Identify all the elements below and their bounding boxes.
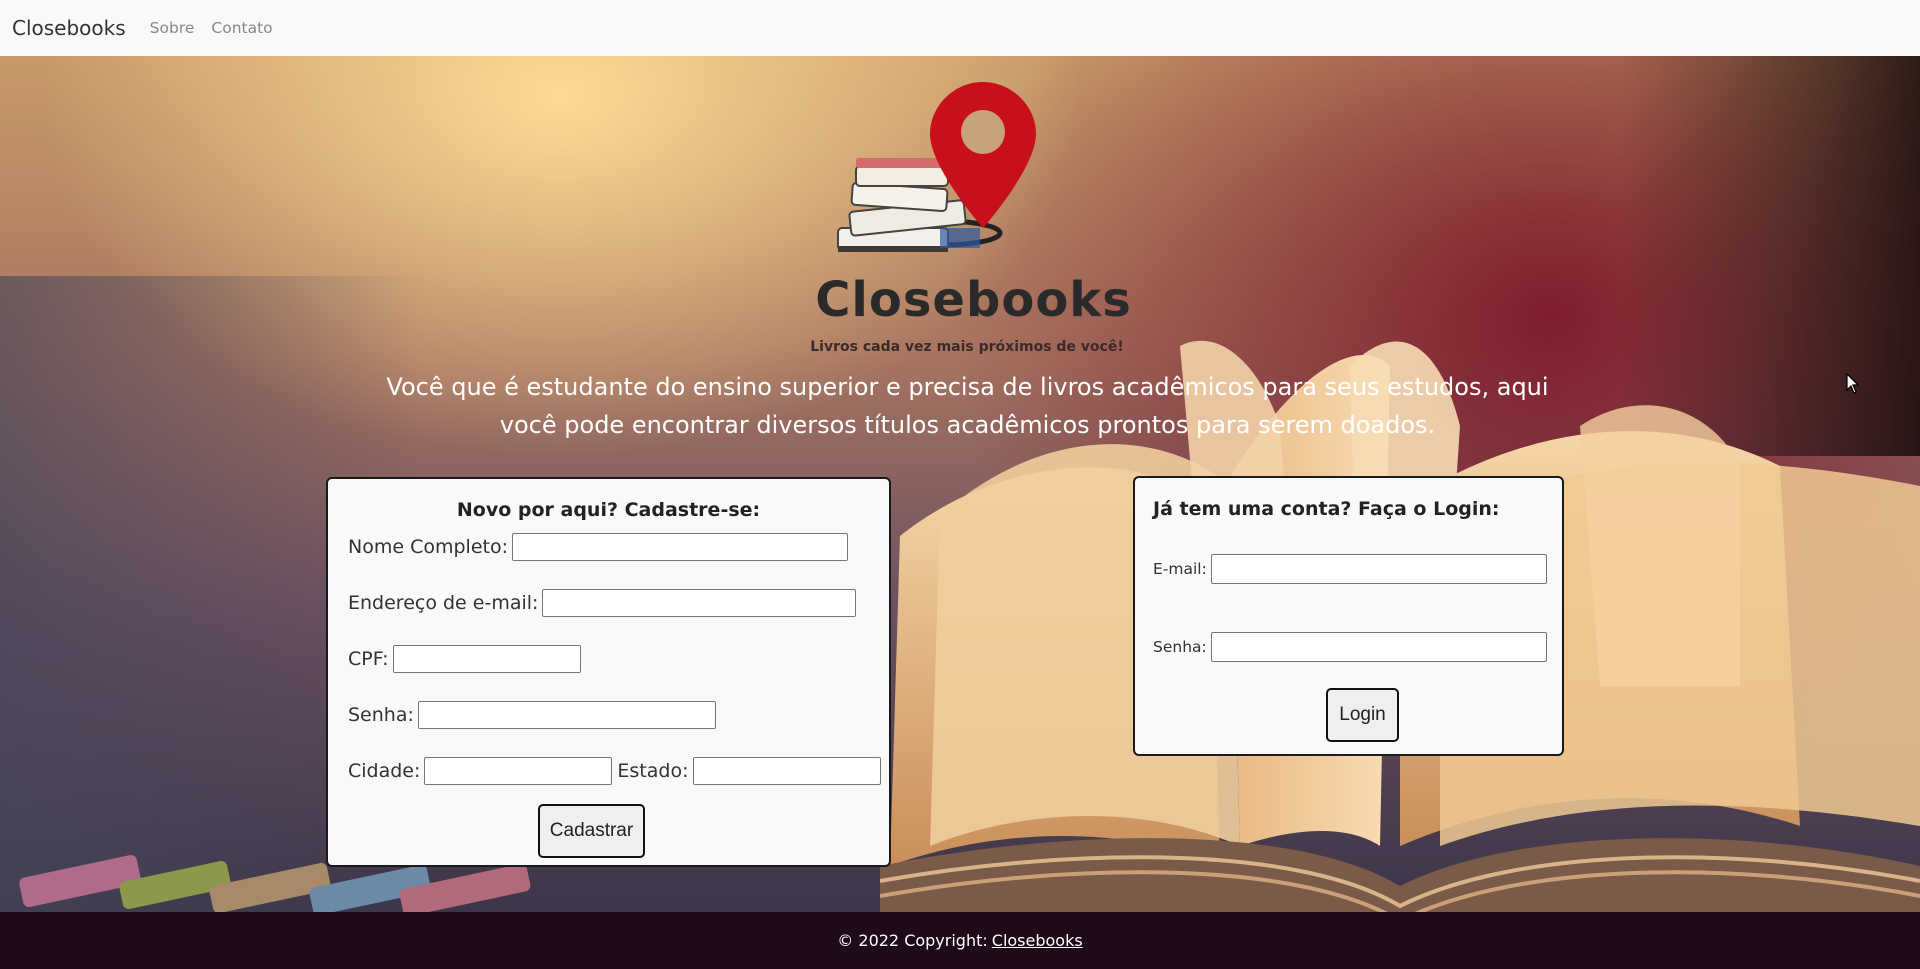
register-button[interactable]: Cadastrar bbox=[538, 804, 645, 858]
state-label: Estado: bbox=[617, 760, 689, 782]
register-password-input[interactable] bbox=[417, 701, 716, 729]
navbar-brand[interactable]: Closebooks bbox=[12, 16, 126, 40]
state-input[interactable] bbox=[692, 757, 881, 785]
site-tagline: Livros cada vez mais próximos de você! bbox=[810, 339, 1124, 355]
footer: © 2022 Copyright: Closebooks bbox=[0, 912, 1920, 969]
full-name-input[interactable] bbox=[511, 533, 848, 561]
intro-text: Você que é estudante do ensino superior … bbox=[386, 373, 1549, 439]
register-email-input[interactable] bbox=[542, 589, 857, 617]
footer-copyright: © 2022 Copyright: bbox=[837, 931, 988, 950]
login-email-input[interactable] bbox=[1210, 554, 1547, 584]
city-input[interactable] bbox=[424, 757, 613, 785]
books-location-pin-logo bbox=[837, 82, 1036, 252]
nav-link-sobre[interactable]: Sobre bbox=[150, 19, 195, 37]
password-label: Senha: bbox=[348, 704, 414, 726]
footer-link-closebooks[interactable]: Closebooks bbox=[992, 931, 1083, 950]
login-password-label: Senha: bbox=[1153, 638, 1207, 656]
city-label: Cidade: bbox=[348, 760, 421, 782]
login-email-row: E-mail: bbox=[1153, 554, 1547, 584]
navbar: Closebooks Sobre Contato bbox=[0, 0, 1920, 56]
register-title: Novo por aqui? Cadastre-se: bbox=[456, 499, 761, 521]
login-email-label: E-mail: bbox=[1153, 560, 1207, 578]
email-label: Endereço de e-mail: bbox=[348, 592, 539, 614]
login-password-input[interactable] bbox=[1210, 632, 1547, 662]
mouse-pointer-icon bbox=[1846, 373, 1860, 394]
name-row: Nome Completo: bbox=[348, 533, 848, 561]
hero-section: Closebooks Livros cada vez mais próximos… bbox=[0, 56, 1920, 912]
login-card: Já tem uma conta? Faça o Login: E-mail: … bbox=[1133, 476, 1564, 756]
cpf-label: CPF: bbox=[348, 648, 389, 670]
name-label: Nome Completo: bbox=[348, 536, 508, 558]
cpf-row: CPF: bbox=[348, 645, 581, 673]
register-card: Novo por aqui? Cadastre-se: Nome Complet… bbox=[326, 477, 891, 867]
nav-link-contato[interactable]: Contato bbox=[211, 19, 272, 37]
email-row: Endereço de e-mail: bbox=[348, 589, 857, 617]
login-button[interactable]: Login bbox=[1326, 688, 1399, 742]
login-password-row: Senha: bbox=[1153, 632, 1547, 662]
location-row: Cidade: Estado: bbox=[348, 757, 881, 785]
login-title: Já tem uma conta? Faça o Login: bbox=[1153, 498, 1500, 520]
cpf-input[interactable] bbox=[392, 645, 581, 673]
site-title: Closebooks bbox=[815, 272, 1132, 328]
password-row: Senha: bbox=[348, 701, 716, 729]
